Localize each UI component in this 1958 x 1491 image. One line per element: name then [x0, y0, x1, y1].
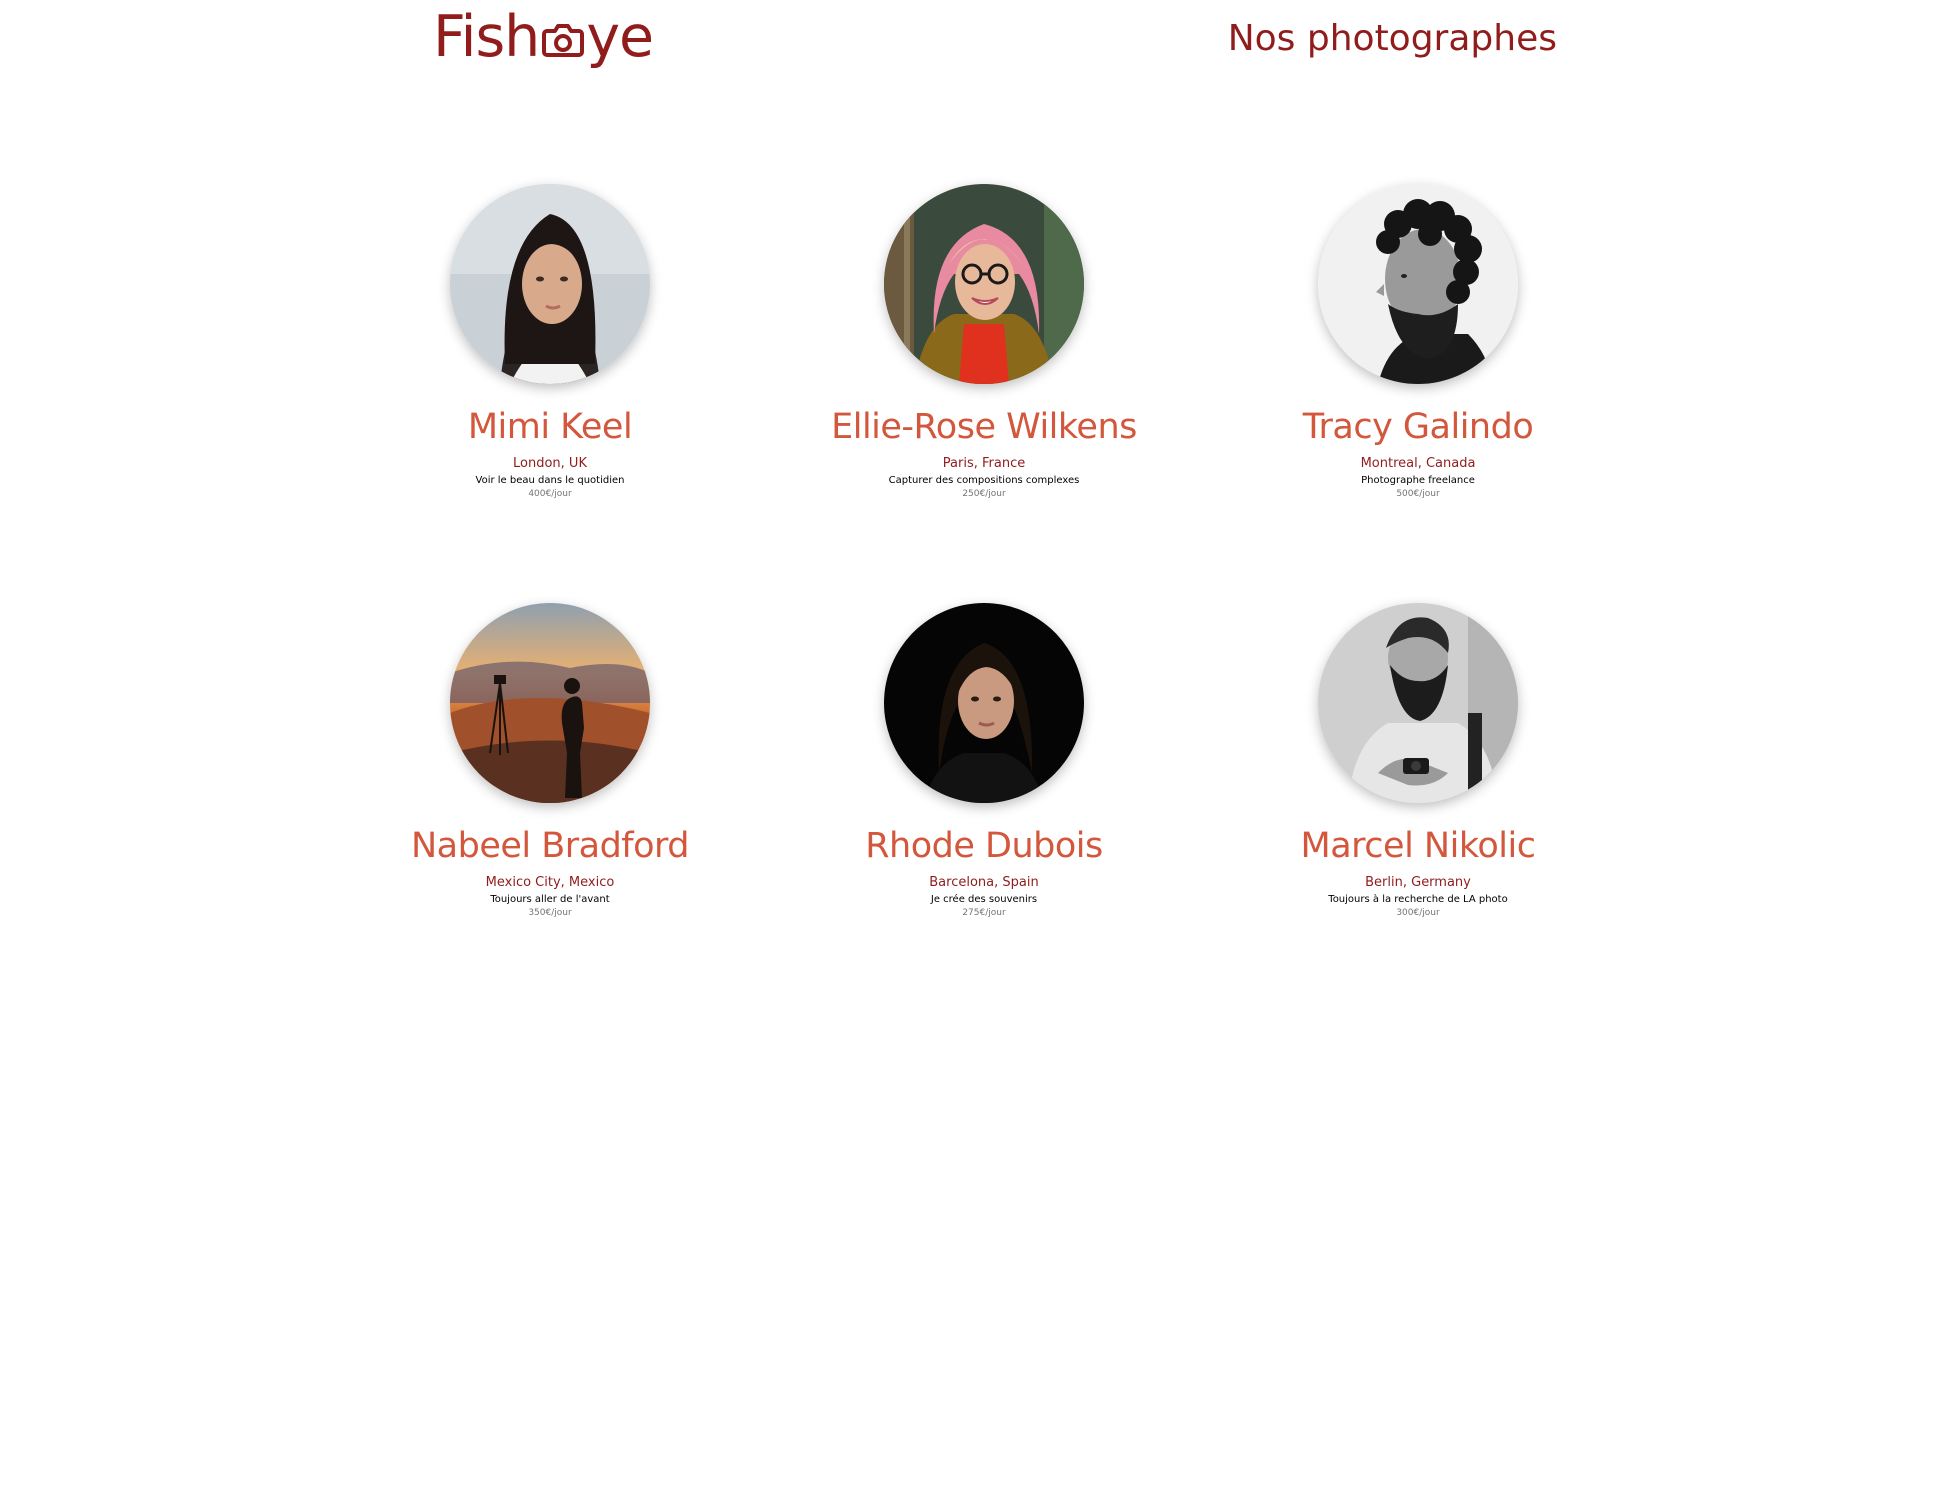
photographer-name: Nabeel Bradford [410, 826, 690, 866]
fisheye-logo-link[interactable]: Fish ye [433, 2, 654, 72]
photographer-name: Marcel Nikolic [1300, 826, 1536, 866]
photographer-portrait [1318, 184, 1518, 384]
camera-icon [541, 17, 585, 61]
photographer-location: Mexico City, Mexico [485, 875, 615, 890]
photographer-price: 275€/jour [962, 908, 1006, 918]
photographer-portrait [884, 603, 1084, 803]
photographer-location: Barcelona, Spain [929, 875, 1039, 890]
photographer-price: 400€/jour [528, 489, 572, 499]
photographer-location: Berlin, Germany [1365, 875, 1471, 890]
photographer-portrait [884, 184, 1084, 384]
photographer-name: Rhode Dubois [865, 826, 1103, 866]
photographer-tagline: Toujours aller de l'avant [490, 894, 610, 905]
page-title: Nos photographes [1227, 18, 1557, 59]
photographer-card[interactable]: Tracy Galindo Montreal, Canada Photograp… [1208, 184, 1628, 501]
photographer-tagline: Voir le beau dans le quotidien [475, 475, 625, 486]
photographer-name: Ellie-Rose Wilkens [831, 407, 1137, 447]
photographer-card[interactable]: Ellie-Rose Wilkens Paris, France Capture… [774, 184, 1194, 501]
photographer-card[interactable]: Nabeel Bradford Mexico City, Mexico Touj… [340, 603, 760, 920]
photographer-portrait [1318, 603, 1518, 803]
photographer-card[interactable]: Mimi Keel London, UK Voir le beau dans l… [340, 184, 760, 501]
photographer-tagline: Photographe freelance [1361, 475, 1475, 486]
page: Fish ye Nos photographes Mimi Keel Londo… [0, 0, 1958, 1491]
photographer-portrait [450, 184, 650, 384]
photographer-location: Montreal, Canada [1360, 456, 1476, 471]
photographer-tagline: Capturer des compositions complexes [888, 475, 1080, 486]
photographer-price: 250€/jour [962, 489, 1006, 499]
photographer-price: 300€/jour [1396, 908, 1440, 918]
photographer-location: Paris, France [942, 456, 1026, 471]
photographer-tagline: Je crée des souvenirs [930, 894, 1038, 905]
site-header: Fish ye Nos photographes [0, 0, 1958, 80]
photographer-name: Mimi Keel [467, 407, 633, 447]
photographer-card[interactable]: Rhode Dubois Barcelona, Spain Je crée de… [774, 603, 1194, 920]
photographer-portrait [450, 603, 650, 803]
photographer-price: 500€/jour [1396, 489, 1440, 499]
photographer-card[interactable]: Marcel Nikolic Berlin, Germany Toujours … [1208, 603, 1628, 920]
photographer-name: Tracy Galindo [1302, 407, 1534, 447]
photographer-tagline: Toujours à la recherche de LA photo [1328, 894, 1508, 905]
logo-text-end: ye [586, 4, 654, 70]
logo-text-start: Fish [433, 4, 540, 70]
photographer-price: 350€/jour [528, 908, 572, 918]
photographer-location: London, UK [513, 456, 587, 471]
